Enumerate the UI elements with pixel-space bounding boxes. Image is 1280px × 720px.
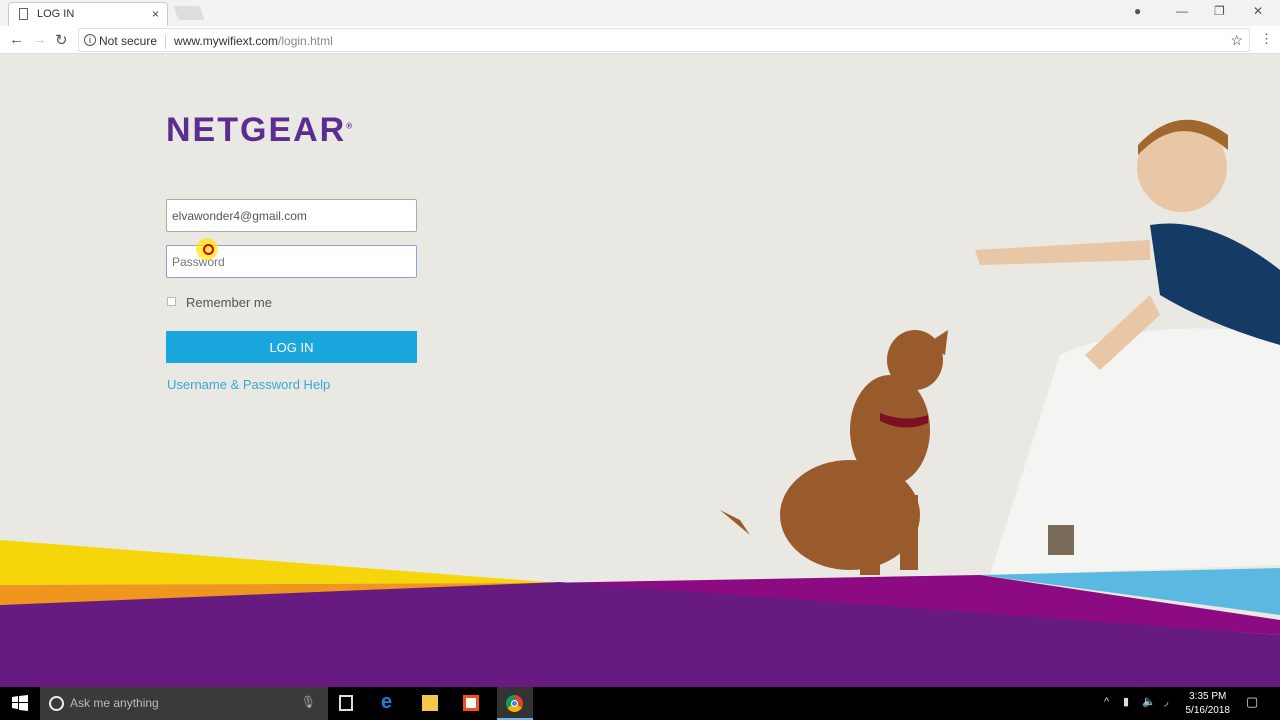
cortana-search[interactable]: Ask me anything 🎙: [40, 687, 328, 720]
email-field[interactable]: [166, 199, 417, 232]
close-window-button[interactable]: ✕: [1253, 4, 1263, 18]
notifications-icon[interactable]: ▢: [1246, 694, 1258, 710]
cursor-highlight: [196, 238, 218, 260]
chrome-taskbar-button[interactable]: [497, 687, 533, 720]
address-bar-row: ← → ↻ i Not secure www.mywifiext.com/logi…: [0, 26, 1280, 54]
profile-icon[interactable]: ●: [1134, 4, 1141, 18]
login-button[interactable]: LOG IN: [166, 331, 417, 363]
taskbar: Ask me anything 🎙 e ^ ▮ 🔈 ◞ 3:35 PM 5/16/…: [0, 687, 1280, 720]
url-field[interactable]: i Not secure www.mywifiext.com/login.html…: [78, 28, 1250, 52]
tab-login[interactable]: LOG IN ×: [8, 2, 168, 26]
tray-chevron-icon[interactable]: ^: [1104, 696, 1109, 708]
password-help-link[interactable]: Username & Password Help: [167, 377, 330, 392]
windows-start-icon[interactable]: [12, 695, 28, 711]
microphone-icon[interactable]: 🎙: [301, 695, 316, 709]
remember-me-checkbox[interactable]: [167, 297, 176, 306]
battery-icon[interactable]: ▮: [1123, 695, 1129, 708]
dog-image: [720, 330, 948, 575]
volume-icon[interactable]: 🔈: [1142, 695, 1156, 708]
login-page: NETGEAR® Remember me LOG IN Username & P…: [0, 55, 1280, 687]
info-icon[interactable]: i: [84, 34, 96, 46]
security-label: Not secure: [99, 34, 158, 48]
menu-icon[interactable]: ⋮: [1260, 31, 1273, 47]
forward-icon[interactable]: →: [32, 31, 47, 48]
cortana-icon: [49, 696, 64, 711]
minimize-button[interactable]: —: [1176, 4, 1188, 18]
remember-me-label[interactable]: Remember me: [186, 295, 272, 310]
bed-image: [990, 328, 1280, 575]
search-placeholder: Ask me anything: [70, 696, 159, 710]
netgear-logo: NETGEAR®: [166, 111, 355, 149]
url-host: www.mywifiext.com: [174, 34, 279, 48]
task-view-icon[interactable]: [339, 695, 353, 711]
clock[interactable]: 3:35 PM 5/16/2018: [1186, 690, 1231, 718]
back-icon[interactable]: ←: [9, 31, 24, 48]
chrome-icon: [506, 695, 523, 712]
restore-button[interactable]: ❐: [1214, 4, 1225, 18]
store-icon[interactable]: [463, 695, 479, 711]
star-icon[interactable]: ☆: [1230, 32, 1243, 49]
file-explorer-icon[interactable]: [422, 695, 438, 711]
tab-bar: LOG IN × ● — ❐ ✕: [0, 0, 1280, 26]
close-tab-icon[interactable]: ×: [152, 7, 159, 21]
new-tab-button[interactable]: [173, 6, 205, 20]
tab-title: LOG IN: [37, 8, 75, 20]
document-icon: [19, 8, 28, 20]
edge-icon[interactable]: e: [381, 691, 397, 713]
url-path: /login.html: [278, 34, 333, 48]
wifi-icon[interactable]: ◞: [1164, 695, 1168, 708]
reload-icon[interactable]: ↻: [55, 31, 68, 49]
